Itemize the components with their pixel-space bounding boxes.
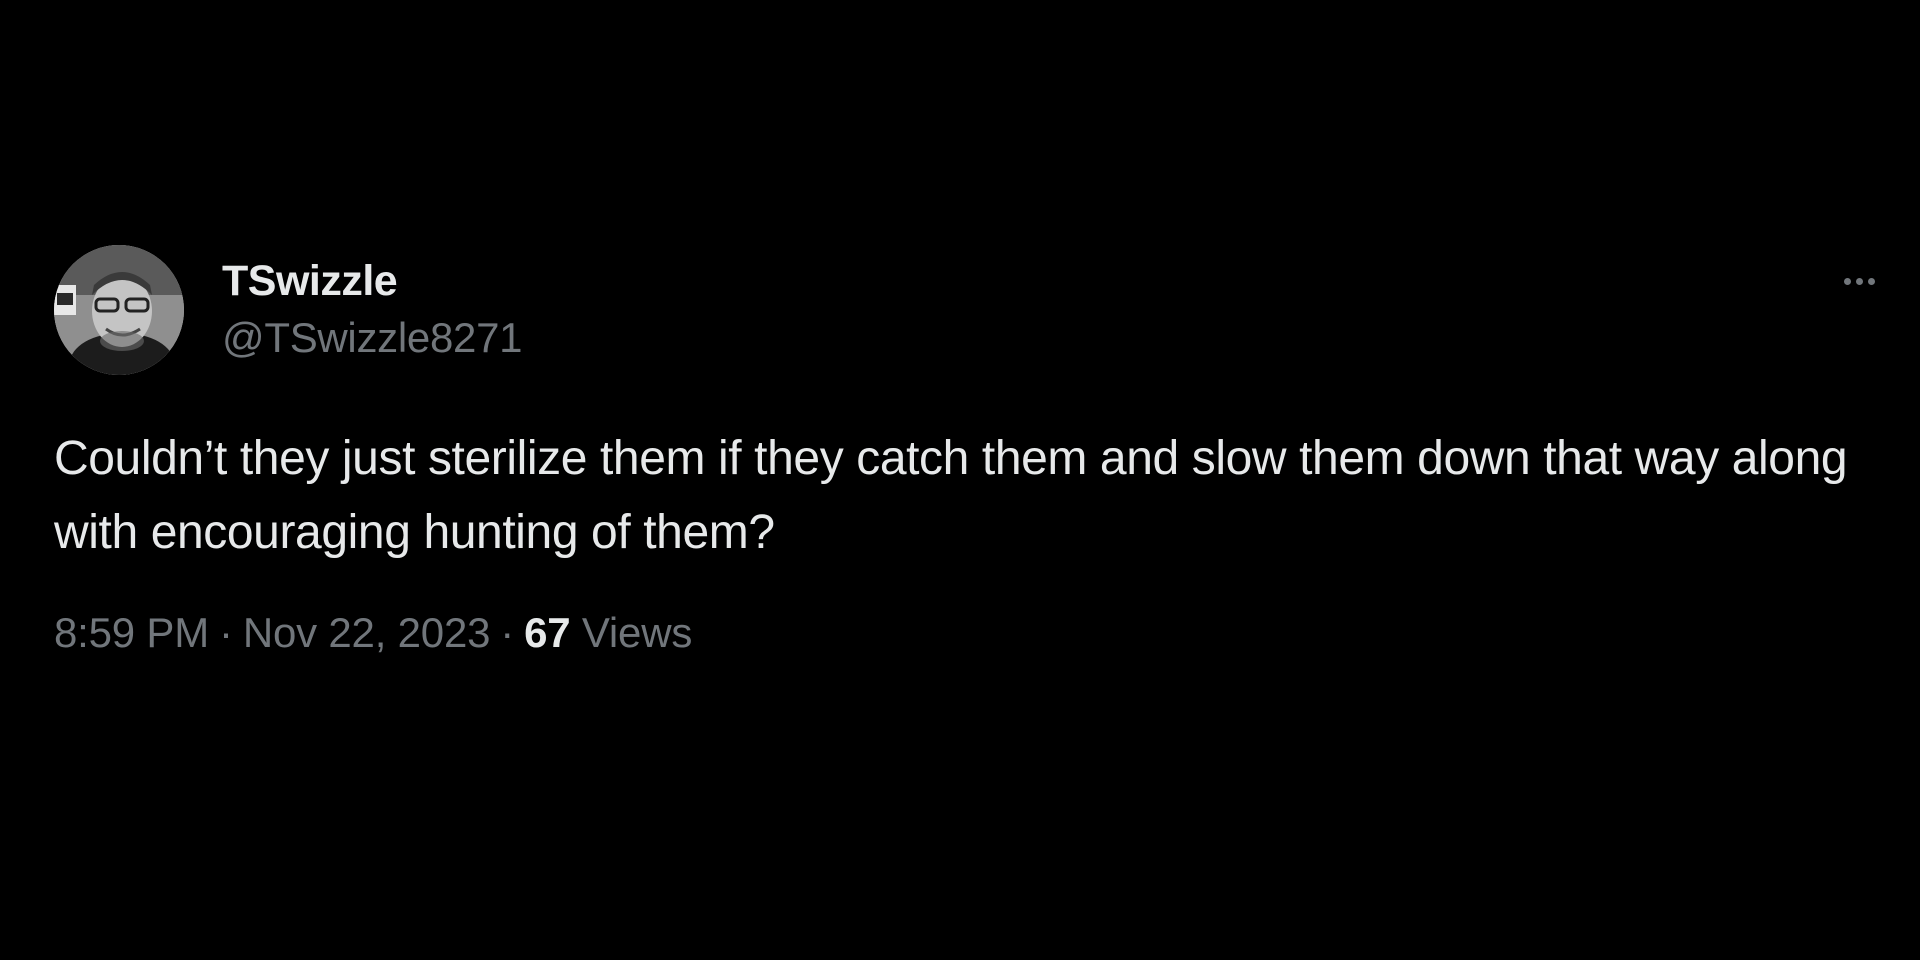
tweet-card: TSwizzle @TSwizzle8271 Couldn’t they jus… <box>54 244 1884 658</box>
author-handle[interactable]: @TSwizzle8271 <box>222 314 523 362</box>
avatar-photo <box>54 245 184 375</box>
tweet-meta: 8:59 PM · Nov 22, 2023 · 67 Views <box>54 608 1884 658</box>
more-dot <box>1843 277 1851 285</box>
tweet-time[interactable]: 8:59 PM <box>54 609 209 656</box>
author-names: TSwizzle @TSwizzle8271 <box>222 256 523 362</box>
tweet-text: Couldn’t they just sterilize them if the… <box>54 432 1848 559</box>
more-dot <box>1867 277 1875 285</box>
views-count: 67 <box>524 609 571 656</box>
tweet-date[interactable]: Nov 22, 2023 <box>243 609 491 656</box>
more-options-icon[interactable] <box>1834 264 1884 298</box>
meta-separator: · <box>219 609 233 656</box>
meta-separator: · <box>500 609 515 656</box>
more-dot <box>1855 277 1863 285</box>
tweet-header: TSwizzle @TSwizzle8271 <box>54 244 1884 378</box>
author-display-name[interactable]: TSwizzle <box>222 256 522 306</box>
views-label: Views <box>581 609 693 656</box>
avatar[interactable] <box>54 245 184 375</box>
